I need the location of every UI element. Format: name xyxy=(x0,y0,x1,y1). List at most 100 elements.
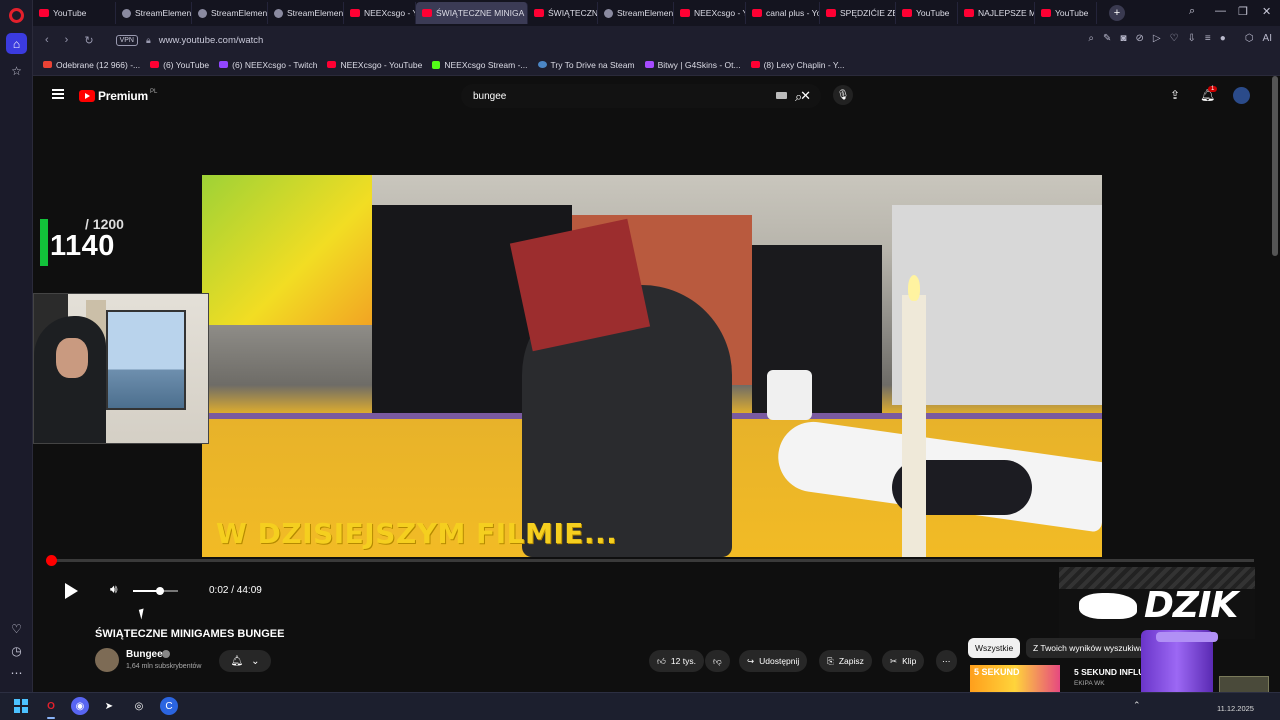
bookmark-item[interactable]: NEEXcsgo - YouTube xyxy=(327,60,422,70)
search-page-icon[interactable]: ⌕ xyxy=(1088,33,1094,44)
seek-bar[interactable] xyxy=(51,559,1254,562)
dislike-button[interactable]: 👎︎ xyxy=(705,650,730,672)
browser-tab[interactable]: canal plus - Yo xyxy=(746,2,820,24)
save-label: Zapisz xyxy=(838,656,864,666)
browser-tab[interactable]: StreamElement xyxy=(598,2,674,24)
chevron-down-icon: ⌄ xyxy=(251,655,260,667)
bookmark-item[interactable]: (8) Lexy Chaplin - Y... xyxy=(750,60,845,70)
heart-icon[interactable]: ♡ xyxy=(6,618,27,639)
tab-label: YouTube xyxy=(1055,8,1089,18)
save-button[interactable]: ⎘ Zapisz xyxy=(819,650,872,672)
gm-favicon-icon xyxy=(43,61,52,68)
time-display: 0:02 / 44:09 xyxy=(209,585,262,596)
bookmark-item[interactable]: NEEXcsgo Stream -... xyxy=(432,60,528,70)
channel-avatar[interactable] xyxy=(95,648,119,672)
forward-icon[interactable]: › xyxy=(65,34,69,46)
recommendation-title[interactable]: 5 SEKUND INFLUE xyxy=(1074,667,1150,677)
browser-tab[interactable]: NAJLEPSZE MC xyxy=(958,2,1035,24)
obs-icon[interactable]: ◎ xyxy=(130,697,148,715)
extensions-icon[interactable]: ⬡ xyxy=(1245,33,1254,44)
more-actions-button[interactable]: ⋯ xyxy=(936,650,957,672)
browser-tab[interactable]: StreamElement xyxy=(192,2,268,24)
opera-taskbar-icon[interactable]: O xyxy=(42,697,60,715)
share-button[interactable]: ↪ Udostępnij xyxy=(739,650,808,672)
share-label: Udostępnij xyxy=(759,656,800,666)
menu-icon[interactable]: ≡ xyxy=(1205,33,1211,44)
browser-tab[interactable]: ŚWIĄTECZNE M xyxy=(528,2,598,24)
search-input[interactable]: bungee ✕ xyxy=(461,84,821,108)
bookmark-item[interactable]: (6) NEEXcsgo - Twitch xyxy=(219,60,317,70)
windows-start-icon[interactable] xyxy=(12,697,30,715)
browser-tab[interactable]: YouTube xyxy=(33,2,116,24)
bookmark-item[interactable]: Odebrane (12 966) -... xyxy=(43,60,140,70)
recommendation-thumbnail[interactable]: 5 SEKUND xyxy=(970,665,1060,692)
browser-tab[interactable]: YouTube xyxy=(1035,2,1097,24)
user-avatar[interactable] xyxy=(1233,87,1250,104)
bookmark-label: Bitwy | G4Skins - Ot... xyxy=(657,59,741,70)
volume-handle[interactable] xyxy=(156,587,164,595)
clip-button[interactable]: ✂ Klip xyxy=(882,650,925,672)
adblock-icon[interactable]: ⊘ xyxy=(1135,33,1143,44)
home-icon[interactable]: ⌂ xyxy=(6,33,27,54)
discord-icon[interactable]: ◉ xyxy=(71,697,89,715)
bookmark-item[interactable]: (6) YouTube xyxy=(150,60,209,70)
minimize-icon[interactable]: — xyxy=(1215,5,1226,17)
thumbs-down-icon: 👎︎ xyxy=(713,655,722,666)
download-icon[interactable]: ⇩ xyxy=(1188,33,1196,44)
history-icon[interactable]: ◷ xyxy=(6,640,27,661)
browser-tab[interactable]: YouTube xyxy=(896,2,958,24)
telegram-icon[interactable]: ➤ xyxy=(100,697,118,715)
address-bar-tools: ⌕ ✎ ◙ ⊘ ▷ ♡ ⇩ ≡ ● ⬡ AI xyxy=(1088,33,1272,44)
browser-tab[interactable]: StreamElement xyxy=(116,2,192,24)
upload-icon[interactable]: ⇪ xyxy=(1170,88,1180,102)
close-window-icon[interactable]: ✕ xyxy=(1262,5,1271,18)
play-icon[interactable] xyxy=(65,583,78,599)
aria-icon[interactable]: AI xyxy=(1263,33,1272,44)
opera-logo-icon[interactable] xyxy=(9,8,24,23)
browser-tab[interactable]: ŚWIĄTECZNE MINIGA xyxy=(416,2,528,24)
tray-chevron-up-icon[interactable]: ⌃ xyxy=(1133,700,1141,711)
back-icon[interactable]: ‹ xyxy=(45,34,49,46)
url-field[interactable]: www.youtube.com/watch xyxy=(159,35,264,46)
browser-tab[interactable]: SPĘDZIĆIE ZE M xyxy=(820,2,896,24)
bookmark-label: (6) YouTube xyxy=(163,59,210,70)
browser-tab[interactable]: NEEXcsgo - Yo xyxy=(344,2,416,24)
hamburger-menu-icon[interactable] xyxy=(52,89,64,99)
volume-icon[interactable]: 🔊︎ xyxy=(110,582,118,597)
lock-icon[interactable]: 🔒︎ xyxy=(146,35,151,46)
youtube-favicon-icon xyxy=(1041,9,1051,17)
search-tabs-icon[interactable]: ⌕ xyxy=(1189,5,1195,18)
favorites-heart-icon[interactable]: ♡ xyxy=(1170,33,1179,44)
reload-icon[interactable]: ↻ xyxy=(84,34,93,47)
camera-icon[interactable]: ◙ xyxy=(1120,33,1126,44)
pinboard-icon[interactable]: ☆ xyxy=(6,60,27,81)
page-scrollbar[interactable] xyxy=(1272,76,1278,256)
channel-name[interactable]: Bungee xyxy=(126,649,163,660)
screen: ⌂ ☆ ♡ ◷ ⋯ YouTube StreamElement StreamElem… xyxy=(0,0,1280,720)
search-icon[interactable]: ⌕ xyxy=(795,89,802,105)
maximize-icon[interactable]: ❐ xyxy=(1238,5,1248,18)
youtube-favicon-icon xyxy=(752,9,762,17)
seek-handle[interactable] xyxy=(46,555,57,566)
browser-tab[interactable]: NEEXcsgo - Yo xyxy=(674,2,746,24)
app-c-icon[interactable]: C xyxy=(160,697,178,715)
microphone-icon[interactable]: 🎙︎ xyxy=(833,85,853,105)
youtube-premium-logo[interactable]: Premium PL xyxy=(79,89,157,103)
bookmark-item[interactable]: Bitwy | G4Skins - Ot... xyxy=(644,59,741,70)
recommendation-channel[interactable]: EKIPA WK xyxy=(1074,680,1105,687)
player-icon[interactable]: ▷ xyxy=(1153,33,1161,44)
sponsor-logo: DZIK xyxy=(1059,567,1255,639)
keyboard-icon[interactable] xyxy=(776,92,787,99)
bookmark-item[interactable]: Try To Drive na Steam xyxy=(537,60,635,70)
video-player[interactable]: W DZISIEJSZYM FILMIE... xyxy=(202,175,1102,557)
edit-icon[interactable]: ✎ xyxy=(1103,33,1111,44)
browser-tab[interactable]: StreamElement xyxy=(268,2,344,24)
subscribed-bell-button[interactable]: 🔔︎ ⌄ xyxy=(219,650,271,672)
chip-all[interactable]: Wszystkie xyxy=(968,638,1021,658)
like-button[interactable]: 👍︎ 12 tys. xyxy=(649,650,704,672)
profile-icon[interactable]: ● xyxy=(1220,33,1226,44)
vpn-badge[interactable]: VPN xyxy=(115,34,138,46)
chip-from-search[interactable]: Z Twoich wyników wyszukiwani xyxy=(1026,638,1158,658)
more-icon[interactable]: ⋯ xyxy=(6,662,27,683)
new-tab-button[interactable]: + xyxy=(1109,5,1125,21)
